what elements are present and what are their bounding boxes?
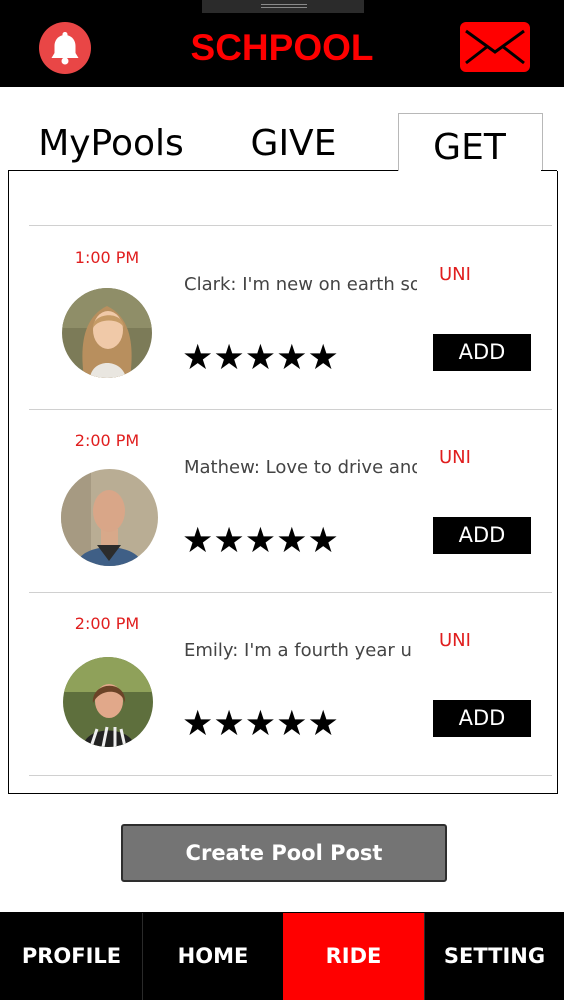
divider [29, 775, 552, 776]
pool-list[interactable]: 1:00 PM Clark: I'm new on earth so j UNI… [8, 171, 558, 794]
add-button[interactable]: ADD [433, 517, 531, 554]
post-message: Emily: I'm a fourth year u of [184, 640, 417, 661]
bell-icon[interactable] [39, 22, 91, 74]
tab-get[interactable]: GET [398, 124, 541, 174]
destination-tag: UNI [439, 630, 471, 651]
tab-mypools[interactable]: MyPools [15, 120, 207, 170]
top-bar: SCHPOOL [0, 0, 564, 87]
tab-give[interactable]: GIVE [216, 120, 371, 170]
rating-stars: ★★★★★ [182, 704, 339, 744]
add-button[interactable]: ADD [433, 334, 531, 371]
post-time: 2:00 PM [74, 431, 140, 450]
post-time: 2:00 PM [74, 614, 140, 633]
destination-tag: UNI [439, 447, 471, 468]
app-title: SCHPOOL [190, 27, 374, 68]
nav-ride[interactable]: RIDE [283, 913, 424, 1000]
nav-profile[interactable]: PROFILE [1, 913, 142, 1000]
rating-stars: ★★★★★ [182, 521, 339, 561]
avatar[interactable] [62, 288, 152, 378]
post-time: 1:00 PM [74, 248, 140, 267]
pool-post-card[interactable]: 2:00 PM Emily: I'm a fourth year u of UN… [9, 592, 557, 775]
nav-home[interactable]: HOME [143, 913, 283, 1000]
pool-post-card[interactable]: 1:00 PM Clark: I'm new on earth so j UNI… [9, 226, 557, 409]
avatar[interactable] [61, 469, 158, 566]
mail-icon[interactable] [460, 22, 530, 72]
rating-stars: ★★★★★ [182, 338, 339, 378]
add-button[interactable]: ADD [433, 700, 531, 737]
post-message: Clark: I'm new on earth so j [184, 274, 417, 295]
create-pool-post-button[interactable]: Create Pool Post [121, 824, 447, 882]
destination-tag: UNI [439, 264, 471, 285]
nav-setting[interactable]: SETTING [425, 913, 564, 1000]
pool-post-card[interactable]: 2:00 PM Mathew: Love to drive and UNI ★★… [9, 409, 557, 592]
post-message: Mathew: Love to drive and [184, 457, 417, 478]
avatar[interactable] [63, 657, 153, 747]
window-drag-handle[interactable] [202, 0, 364, 13]
